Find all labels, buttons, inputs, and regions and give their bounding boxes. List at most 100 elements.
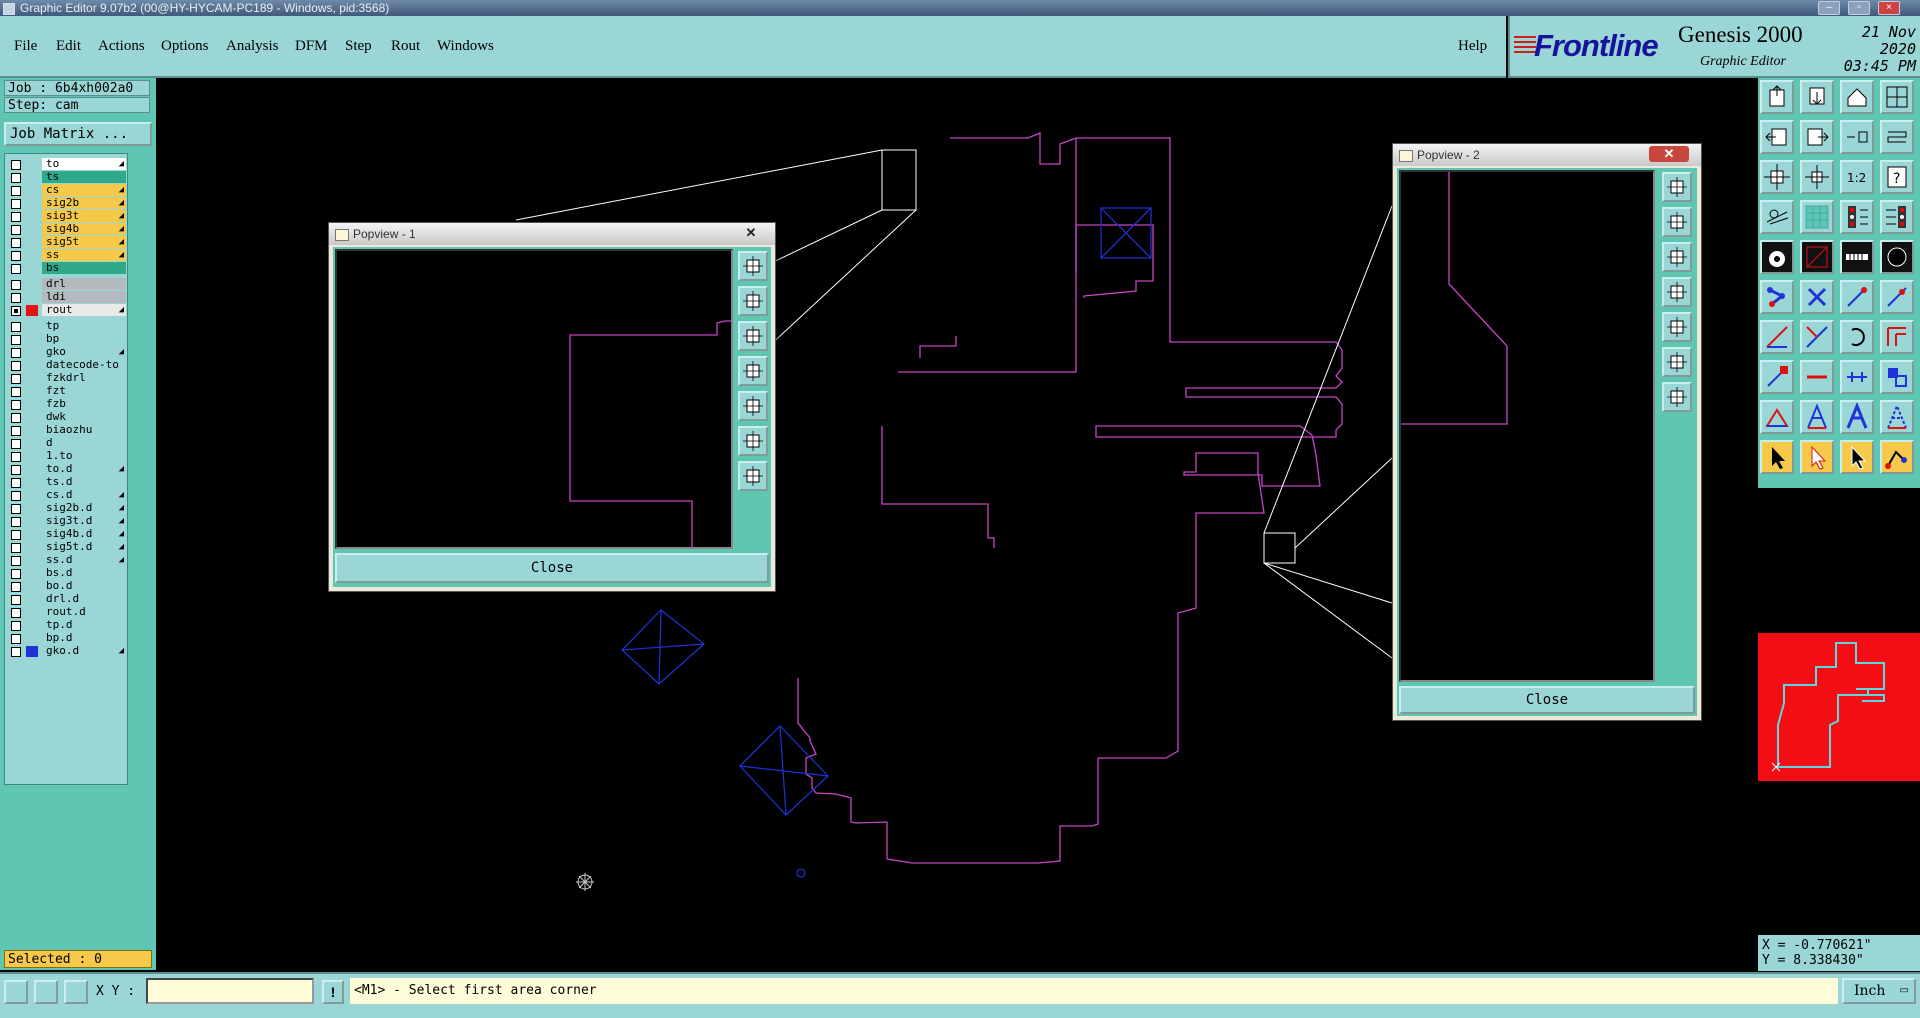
draw-line-icon[interactable]	[1760, 320, 1794, 354]
layer-checkbox[interactable]	[11, 361, 21, 371]
layer-row-sig3t-d[interactable]: sig3t.d ◢	[5, 515, 127, 528]
layer-row-bp[interactable]: bp	[5, 333, 127, 346]
window-split-icon[interactable]	[1880, 80, 1914, 114]
cross-node-icon[interactable]	[1800, 280, 1834, 314]
layer-checkbox[interactable]	[11, 621, 21, 631]
layer-name[interactable]: datecode-to	[42, 359, 126, 371]
layer-row-ldi[interactable]: ldi	[5, 291, 127, 304]
menu-step[interactable]: Step	[345, 38, 372, 55]
layer-color-swatch[interactable]	[26, 373, 38, 384]
layer-row-bs-d[interactable]: bs.d	[5, 567, 127, 580]
popview-fit-icon[interactable]	[1662, 347, 1692, 377]
layer-checkbox[interactable]	[11, 465, 21, 475]
popview-down-icon[interactable]	[738, 321, 768, 351]
layer-color-swatch[interactable]	[26, 347, 38, 358]
popview-right-icon[interactable]	[738, 391, 768, 421]
layer-name[interactable]: fzkdrl	[42, 372, 126, 384]
layer-row-cs[interactable]: cs ◢	[5, 184, 127, 197]
layer-color-swatch[interactable]	[26, 292, 38, 303]
layer-name[interactable]: ss.d ◢	[42, 554, 126, 566]
layer-name[interactable]: cs ◢	[42, 184, 126, 196]
popview-2-close-icon[interactable]: ✕	[1649, 146, 1689, 162]
xy-input[interactable]	[146, 978, 314, 1004]
layer-color-swatch[interactable]	[26, 198, 38, 209]
layer-color-swatch[interactable]	[26, 250, 38, 261]
layer-color-swatch[interactable]	[26, 477, 38, 488]
layer-name[interactable]: ss ◢	[42, 249, 126, 261]
popview-1-window[interactable]: Popview - 1 ✕ Close	[328, 222, 776, 592]
layer-checkbox[interactable]	[11, 280, 21, 290]
route-icon[interactable]	[1880, 440, 1914, 474]
node-red-icon[interactable]	[1840, 280, 1874, 314]
menu-actions[interactable]: Actions	[98, 38, 145, 55]
prompt-icon[interactable]: !	[322, 980, 344, 1004]
layer-checkbox[interactable]	[11, 582, 21, 592]
layer-checkbox[interactable]	[11, 322, 21, 332]
snap-icon[interactable]	[1840, 120, 1874, 154]
layer-row-sig5t[interactable]: sig5t ◢	[5, 236, 127, 249]
layer-color-swatch[interactable]	[26, 438, 38, 449]
save-up-icon[interactable]	[1760, 80, 1794, 114]
home-icon[interactable]	[1840, 80, 1874, 114]
layer-name[interactable]: d	[42, 437, 126, 449]
layer-name[interactable]: tp.d	[42, 619, 126, 631]
layer-row-1-to[interactable]: 1.to	[5, 450, 127, 463]
layer-color-swatch[interactable]	[26, 568, 38, 579]
layer-name[interactable]: sig2b.d ◢	[42, 502, 126, 514]
a-outline-icon[interactable]	[1800, 400, 1834, 434]
arc-icon[interactable]	[1840, 320, 1874, 354]
overview-map[interactable]	[1758, 633, 1920, 781]
layer-row-bp-d[interactable]: bp.d	[5, 632, 127, 645]
popview-2-close-button[interactable]: Close	[1399, 686, 1695, 714]
pad-add-icon[interactable]	[1760, 360, 1794, 394]
popview-down-icon[interactable]	[1662, 242, 1692, 272]
layer-name[interactable]: drl	[42, 278, 126, 290]
menu-file[interactable]: File	[14, 38, 37, 55]
layer-row-fzt[interactable]: fzt	[5, 385, 127, 398]
line-mode-icon[interactable]	[4, 980, 28, 1004]
layer-name[interactable]: bp	[42, 333, 126, 345]
pin-icon[interactable]	[1880, 320, 1914, 354]
layer-row-d[interactable]: d	[5, 437, 127, 450]
close-window-button[interactable]: ×	[1878, 1, 1900, 15]
node-red-2-icon[interactable]	[1880, 280, 1914, 314]
triangle-icon[interactable]	[1760, 400, 1794, 434]
layer-name[interactable]: bs.d	[42, 567, 126, 579]
pan-left-icon[interactable]	[1760, 120, 1794, 154]
layer-name[interactable]: to ◢	[42, 158, 126, 170]
layer-name[interactable]: gko ◢	[42, 346, 126, 358]
layer-color-swatch[interactable]	[26, 263, 38, 274]
layer-color-swatch[interactable]	[26, 412, 38, 423]
layer-checkbox[interactable]	[11, 517, 21, 527]
layer-checkbox[interactable]	[11, 306, 21, 316]
layer-list-scrollbar[interactable]	[128, 153, 150, 963]
layer-color-swatch[interactable]	[26, 185, 38, 196]
layer-color-swatch[interactable]	[26, 360, 38, 371]
layer-checkbox[interactable]	[11, 413, 21, 423]
line-h-icon[interactable]	[1800, 360, 1834, 394]
popview-center-icon[interactable]	[1662, 382, 1692, 412]
layer-row-fzkdrl[interactable]: fzkdrl	[5, 372, 127, 385]
layer-color-swatch[interactable]	[26, 159, 38, 170]
snap-mode-icon[interactable]	[34, 980, 58, 1004]
layer-row-cs-d[interactable]: cs.d ◢	[5, 489, 127, 502]
menu-windows[interactable]: Windows	[437, 38, 494, 55]
popview-1-canvas[interactable]	[335, 249, 733, 549]
layer-checkbox[interactable]	[11, 634, 21, 644]
layer-color-swatch[interactable]	[26, 399, 38, 410]
layer-color-swatch[interactable]	[26, 425, 38, 436]
layer-checkbox[interactable]	[11, 186, 21, 196]
popview-zoom-icon[interactable]	[1662, 172, 1692, 202]
layer-row-sig3t[interactable]: sig3t ◢	[5, 210, 127, 223]
layer-checkbox[interactable]	[11, 530, 21, 540]
layer-checkbox[interactable]	[11, 199, 21, 209]
popview-up-icon[interactable]	[1662, 207, 1692, 237]
layer-checkbox[interactable]	[11, 348, 21, 358]
pan-right-icon[interactable]	[1800, 120, 1834, 154]
layer-checkbox[interactable]	[11, 251, 21, 261]
layer-name[interactable]: ts	[42, 171, 126, 183]
layer-name[interactable]: sig5t.d ◢	[42, 541, 126, 553]
layer-row-sig4b[interactable]: sig4b ◢	[5, 223, 127, 236]
cursor-red-icon[interactable]	[1800, 440, 1834, 474]
layer-name[interactable]: dwk	[42, 411, 126, 423]
